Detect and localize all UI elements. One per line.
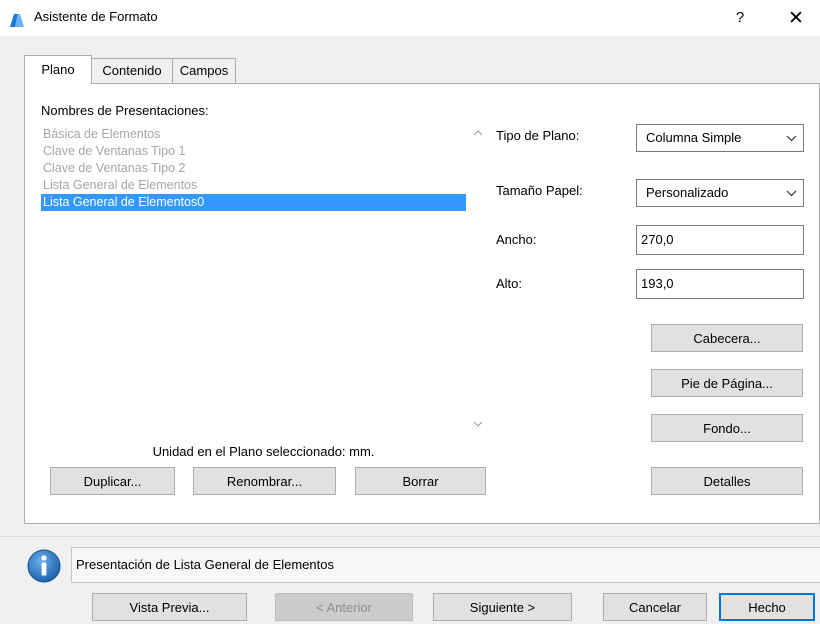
footer-button[interactable]: Pie de Página... — [651, 369, 803, 397]
chevron-down-icon — [786, 125, 797, 160]
header-button[interactable]: Cabecera... — [651, 324, 803, 352]
layouts-list-label: Nombres de Presentaciones: — [41, 103, 209, 118]
list-item[interactable]: Básica de Elementos — [41, 126, 466, 143]
ancho-input[interactable]: 270,0 — [636, 225, 804, 255]
list-item[interactable]: Clave de Ventanas Tipo 2 — [41, 160, 466, 177]
background-button[interactable]: Fondo... — [651, 414, 803, 442]
tamano-papel-value: Personalizado — [646, 185, 729, 200]
app-icon — [10, 14, 24, 27]
layouts-list[interactable]: Básica de Elementos Clave de Ventanas Ti… — [41, 126, 466, 433]
list-item[interactable]: Lista General de Elementos — [41, 177, 466, 194]
alto-input[interactable]: 193,0 — [636, 269, 804, 299]
tipo-plano-label: Tipo de Plano: — [496, 128, 580, 143]
chevron-down-icon — [786, 180, 797, 215]
close-button[interactable]: ✕ — [778, 6, 814, 32]
tab-campos[interactable]: Campos — [172, 58, 236, 83]
list-item-selected[interactable]: Lista General de Elementos0 — [41, 194, 466, 211]
scroll-down-icon[interactable] — [470, 417, 486, 433]
rename-button[interactable]: Renombrar... — [193, 467, 336, 495]
close-icon: ✕ — [788, 8, 804, 29]
next-button[interactable]: Siguiente > — [433, 593, 572, 621]
previous-button: < Anterior — [275, 593, 413, 621]
divider — [0, 536, 820, 537]
alto-label: Alto: — [496, 276, 523, 291]
tab-plano[interactable]: Plano — [24, 55, 92, 84]
duplicate-button[interactable]: Duplicar... — [50, 467, 175, 495]
window-title: Asistente de Formato — [34, 9, 158, 24]
help-button[interactable]: ? — [728, 6, 752, 30]
unit-text: Unidad en el Plano seleccionado: mm. — [152, 444, 375, 459]
delete-button[interactable]: Borrar — [355, 467, 486, 495]
details-button[interactable]: Detalles — [651, 467, 803, 495]
scroll-up-icon[interactable] — [470, 126, 486, 142]
tab-contenido[interactable]: Contenido — [91, 58, 173, 83]
done-button[interactable]: Hecho — [719, 593, 815, 621]
status-text: Presentación de Lista General de Element… — [71, 547, 820, 583]
info-icon — [27, 549, 61, 583]
list-item[interactable]: Clave de Ventanas Tipo 1 — [41, 143, 466, 160]
tamano-papel-label: Tamaño Papel: — [496, 183, 583, 198]
tipo-plano-select[interactable]: Columna Simple — [636, 124, 804, 152]
cancel-button[interactable]: Cancelar — [603, 593, 707, 621]
ancho-label: Ancho: — [496, 232, 537, 247]
tamano-papel-select[interactable]: Personalizado — [636, 179, 804, 207]
preview-button[interactable]: Vista Previa... — [92, 593, 247, 621]
tipo-plano-value: Columna Simple — [646, 130, 742, 145]
